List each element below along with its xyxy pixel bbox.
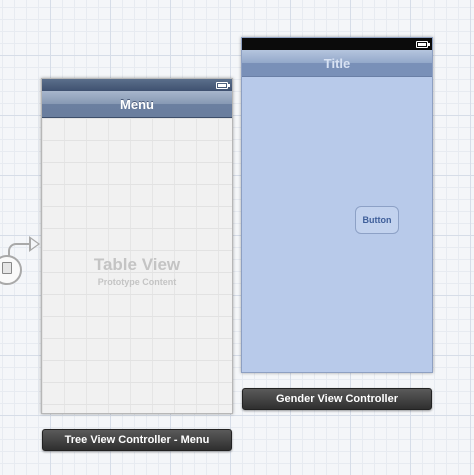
round-rect-button[interactable]: Button [355, 206, 399, 234]
table-view[interactable]: Table View Prototype Content [42, 118, 232, 413]
nav-title[interactable]: Menu [120, 97, 154, 112]
scene-dock-gender[interactable]: Gender View Controller [242, 388, 432, 410]
tree-view-controller-scene[interactable]: Menu Table View Prototype Content [41, 78, 233, 414]
table-view-subtitle: Prototype Content [97, 277, 177, 287]
nav-bar[interactable]: Menu [42, 91, 232, 118]
battery-icon [416, 41, 430, 48]
segue-arrow-icon [29, 236, 40, 252]
segue-glyph-icon [2, 262, 12, 274]
table-view-title: Table View [93, 255, 181, 274]
status-bar [242, 38, 432, 50]
gender-view-controller-scene[interactable]: Title Button [241, 37, 433, 373]
scene-dock-tree[interactable]: Tree View Controller - Menu [42, 429, 232, 451]
nav-title[interactable]: Title [324, 56, 351, 71]
battery-icon [216, 82, 230, 89]
status-bar [42, 79, 232, 91]
table-placeholder: Table View Prototype Content [42, 255, 232, 287]
nav-bar[interactable]: Title [242, 50, 432, 77]
